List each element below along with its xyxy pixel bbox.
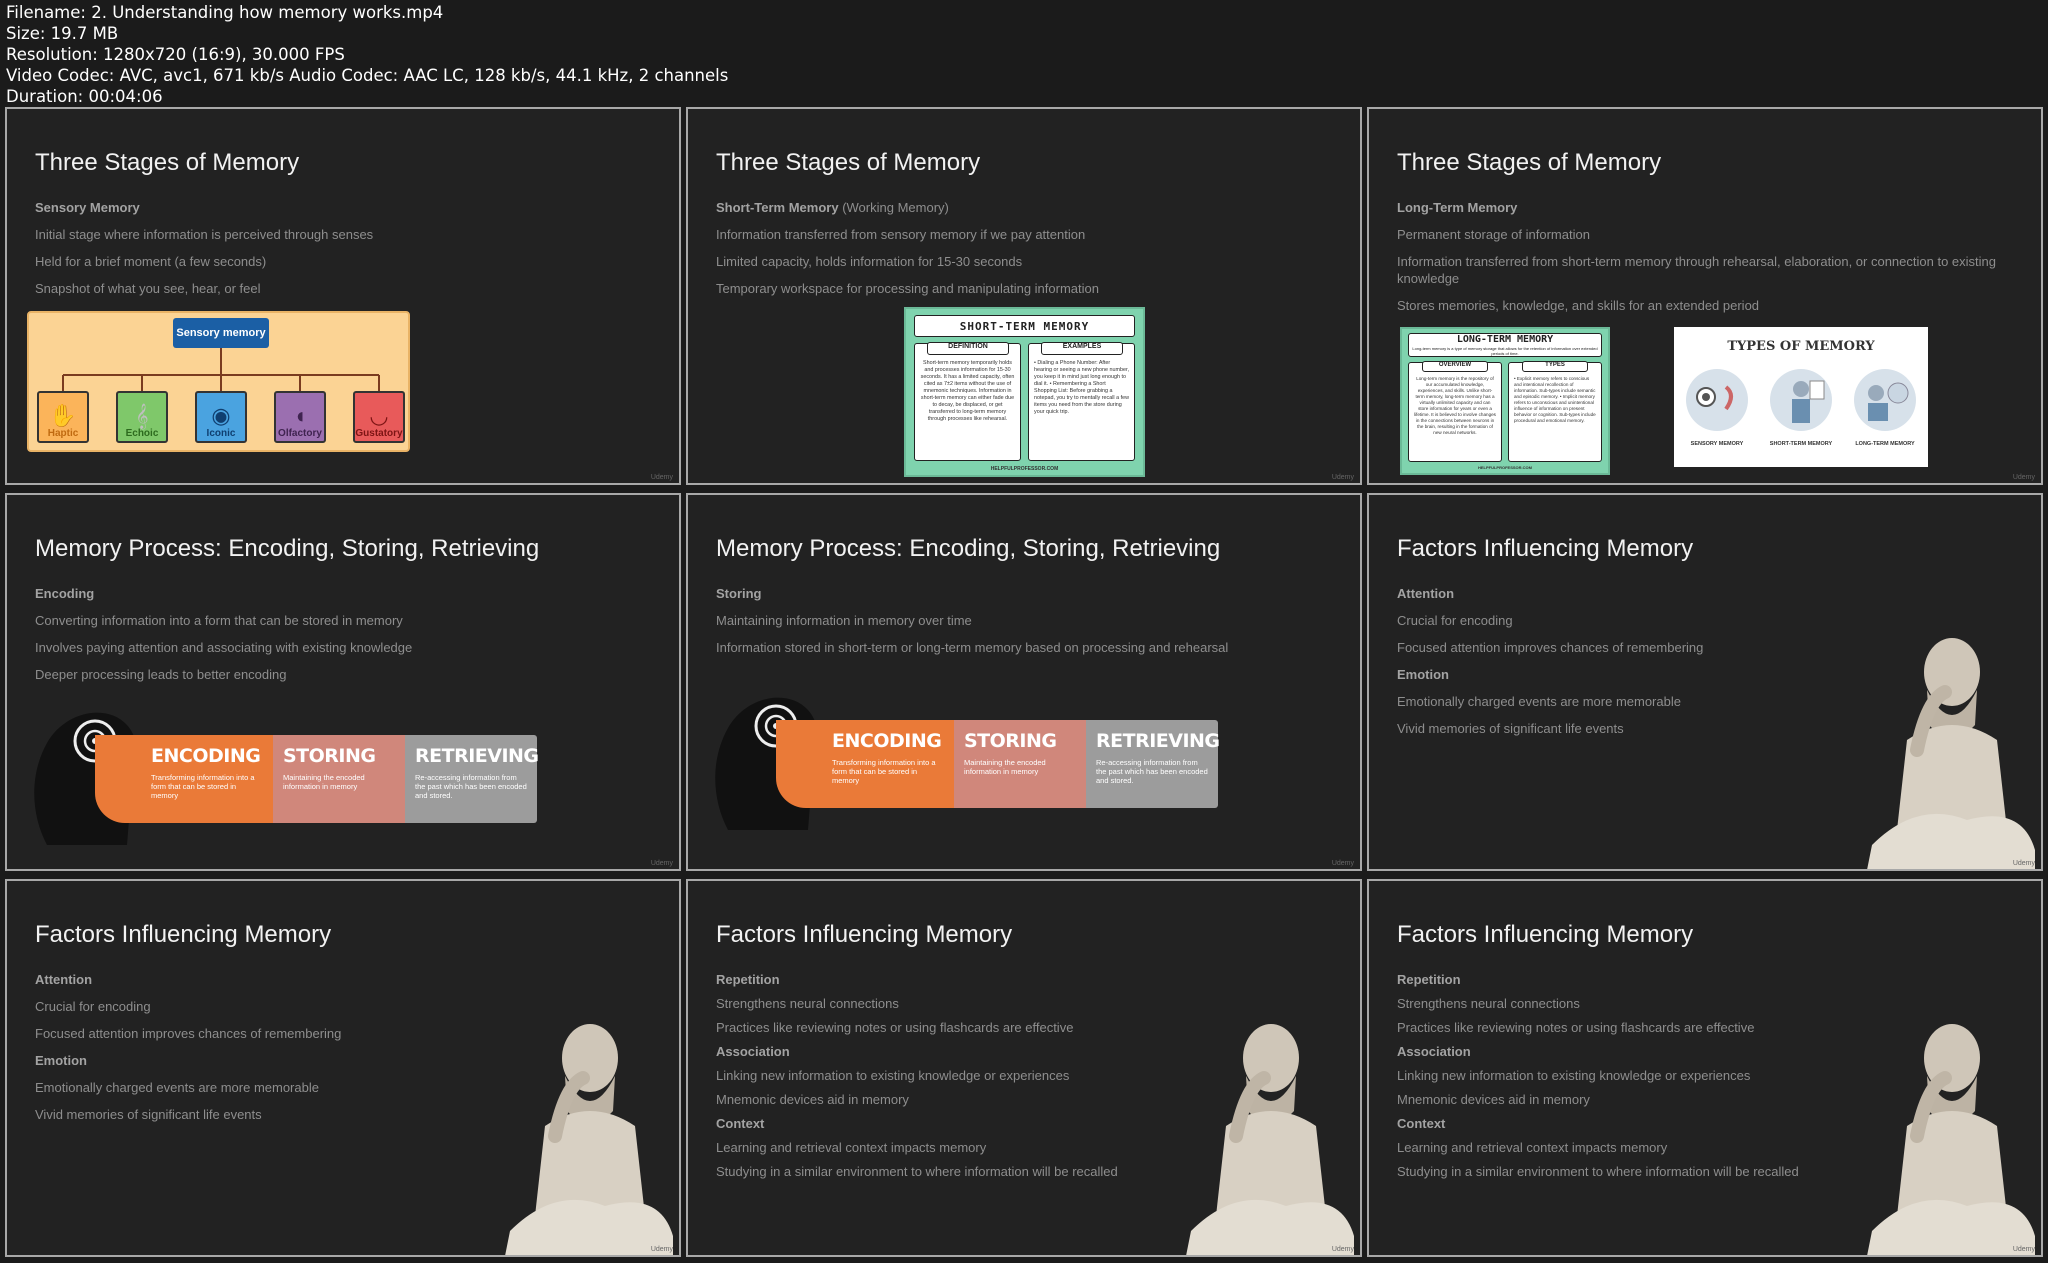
memory-process-strip: ENCODING Transforming information into a… — [27, 695, 547, 855]
slide-title: Factors Influencing Memory — [1397, 535, 1694, 562]
watermark: Udemy — [1331, 1246, 1354, 1253]
file-info-codec: Video Codec: AVC, avc1, 671 kb/s Audio C… — [6, 66, 729, 85]
watermark: Udemy — [650, 1246, 673, 1253]
encoding-segment: ENCODING Transforming information into a… — [776, 720, 954, 808]
sensory-root-box: Sensory memory — [173, 318, 269, 348]
slide-line: Snapshot of what you see, hear, or feel — [35, 281, 261, 296]
slide-line: Maintaining information in memory over t… — [716, 613, 972, 628]
encoding-segment: ENCODING Transforming information into a… — [95, 735, 273, 823]
types-of-memory-card: TYPES OF MEMORY SENSORY MEMORY SHORT-TER… — [1674, 327, 1928, 467]
long-term-figure-icon — [1854, 369, 1916, 431]
sense-olfactory: ◖ Olfactory — [274, 391, 326, 443]
slide-line: Held for a brief moment (a few seconds) — [35, 254, 267, 269]
sense-echoic: 𝄞 Echoic — [116, 391, 168, 443]
slide-body: Short-Term Memory (Working Memory) Infor… — [716, 199, 1336, 307]
tongue-icon: ◡ — [369, 403, 389, 428]
slide-body: Sensory Memory Initial stage where infor… — [35, 199, 655, 307]
long-term-memory-card: LONG-TERM MEMORY Long-term memory is a t… — [1400, 327, 1610, 475]
slide-title: Factors Influencing Memory — [35, 921, 332, 948]
memory-process-strip: ENCODING Transforming information into a… — [708, 680, 1228, 840]
slide-line: Information stored in short-term or long… — [716, 640, 1229, 655]
slide-line: Deeper processing leads to better encodi… — [35, 667, 287, 682]
slide-line: Crucial for encoding — [1397, 613, 1513, 628]
slide-line: Initial stage where information is perce… — [35, 227, 374, 242]
thinker-statue-icon — [1867, 638, 2035, 869]
watermark: Udemy — [2012, 1246, 2035, 1253]
file-info-resolution: Resolution: 1280x720 (16:9), 30.000 FPS — [6, 45, 345, 64]
retrieving-segment: RETRIEVING Re-accessing information from… — [405, 735, 539, 823]
storing-segment: STORING Maintaining the encoded informat… — [954, 720, 1086, 808]
slide-line: Crucial for encoding — [35, 999, 151, 1014]
eye-icon: ◉ — [211, 403, 231, 428]
sensory-figure-icon — [1686, 369, 1748, 431]
slide-title: Three Stages of Memory — [1397, 149, 1662, 176]
watermark: Udemy — [2012, 860, 2035, 867]
thumbnail-6[interactable]: Factors Influencing Memory Attention Cru… — [1367, 493, 2043, 871]
watermark: Udemy — [650, 860, 673, 867]
thinker-statue-icon — [1867, 1024, 2035, 1255]
slide-heading: Long-Term Memory — [1397, 200, 1518, 215]
slide-body: Encoding Converting information into a f… — [35, 585, 655, 693]
slide-line: Information transferred from sensory mem… — [716, 227, 1086, 242]
ear-icon: 𝄞 — [135, 403, 149, 428]
short-term-memory-card: SHORT-TERM MEMORY DEFINITION Short-term … — [904, 307, 1145, 477]
thumbnail-7[interactable]: Factors Influencing Memory Attention Cru… — [5, 879, 681, 1257]
sensory-memory-diagram: Sensory memory ✋ Haptic 𝄞 Echoic ◉ Iconic ◖… — [27, 311, 410, 452]
thumbnail-8[interactable]: Factors Influencing Memory Repetition St… — [686, 879, 1362, 1257]
sense-iconic: ◉ Iconic — [195, 391, 247, 443]
thumbnail-4[interactable]: Memory Process: Encoding, Storing, Retri… — [5, 493, 681, 871]
watermark: Udemy — [1331, 474, 1354, 481]
file-info-duration: Duration: 00:04:06 — [6, 87, 163, 106]
slide-line: Information transferred from short-term … — [1397, 254, 1996, 286]
slide-heading: Encoding — [35, 586, 95, 601]
slide-line: Limited capacity, holds information for … — [716, 254, 1023, 269]
sense-gustatory: ◡ Gustatory — [353, 391, 405, 443]
slide-title: Factors Influencing Memory — [1397, 921, 1694, 948]
slide-body: Long-Term Memory Permanent storage of in… — [1397, 199, 2037, 324]
slide-heading: Sensory Memory — [35, 200, 140, 215]
slide-heading: Repetition — [716, 972, 780, 987]
slide-title: Three Stages of Memory — [35, 149, 300, 176]
slide-title: Factors Influencing Memory — [716, 921, 1013, 948]
file-info: Filename: 2. Understanding how memory wo… — [6, 2, 728, 107]
hand-icon: ✋ — [49, 403, 77, 428]
watermark: Udemy — [1331, 860, 1354, 867]
slide-heading: Attention — [1397, 586, 1455, 601]
nose-icon: ◖ — [293, 403, 307, 428]
thumbnail-grid: Three Stages of Memory Sensory Memory In… — [5, 107, 2044, 1258]
slide-heading: Storing — [716, 586, 762, 601]
slide-title: Three Stages of Memory — [716, 149, 981, 176]
slide-heading: Attention — [35, 972, 93, 987]
slide-heading: Short-Term Memory (Working Memory) — [716, 200, 949, 215]
sense-haptic: ✋ Haptic — [37, 391, 89, 443]
thinker-statue-icon — [505, 1024, 673, 1255]
thumbnail-5[interactable]: Memory Process: Encoding, Storing, Retri… — [686, 493, 1362, 871]
storing-segment: STORING Maintaining the encoded informat… — [273, 735, 405, 823]
file-info-filename: Filename: 2. Understanding how memory wo… — [6, 3, 444, 22]
slide-title: Memory Process: Encoding, Storing, Retri… — [716, 535, 1221, 562]
slide-line: Stores memories, knowledge, and skills f… — [1397, 298, 1760, 313]
slide-line: Temporary workspace for processing and m… — [716, 281, 1099, 296]
short-term-figure-icon — [1770, 369, 1832, 431]
slide-line: Involves paying attention and associatin… — [35, 640, 413, 655]
watermark: Udemy — [2012, 474, 2035, 481]
thinker-statue-icon — [1186, 1024, 1354, 1255]
file-info-size: Size: 19.7 MB — [6, 24, 119, 43]
slide-body: Storing Maintaining information in memor… — [716, 585, 1336, 666]
slide-line: Converting information into a form that … — [35, 613, 403, 628]
slide-line: Strengthens neural connections — [716, 996, 899, 1011]
thumbnail-3[interactable]: Three Stages of Memory Long-Term Memory … — [1367, 107, 2043, 485]
watermark: Udemy — [650, 474, 673, 481]
slide-title: Memory Process: Encoding, Storing, Retri… — [35, 535, 540, 562]
slide-heading: Repetition — [1397, 972, 1461, 987]
thumbnail-9[interactable]: Factors Influencing Memory Repetition St… — [1367, 879, 2043, 1257]
thumbnail-2[interactable]: Three Stages of Memory Short-Term Memory… — [686, 107, 1362, 485]
slide-line: Strengthens neural connections — [1397, 996, 1580, 1011]
slide-line: Permanent storage of information — [1397, 227, 1590, 242]
thumbnail-1[interactable]: Three Stages of Memory Sensory Memory In… — [5, 107, 681, 485]
retrieving-segment: RETRIEVING Re-accessing information from… — [1086, 720, 1220, 808]
